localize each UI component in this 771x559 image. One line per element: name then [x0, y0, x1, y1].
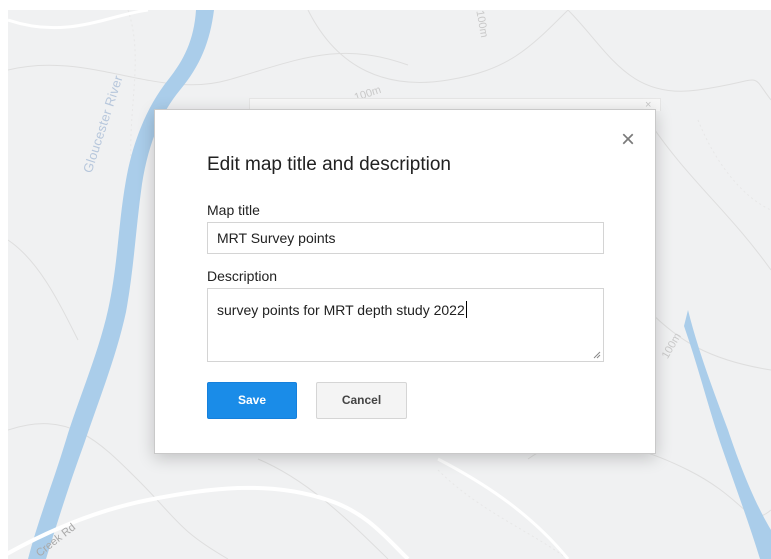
river-branch-shape	[684, 310, 771, 559]
map-title-input[interactable]	[207, 222, 604, 254]
dialog-title: Edit map title and description	[207, 154, 451, 175]
close-icon[interactable]: ×	[617, 128, 639, 152]
road-secondary	[437, 457, 570, 559]
screen: Gloucester River Creek Rd 100m 100m 100m…	[0, 0, 771, 559]
save-button[interactable]: Save	[207, 382, 297, 419]
road-top	[8, 10, 149, 30]
text-caret	[465, 301, 467, 318]
description-label: Description	[207, 268, 278, 284]
edit-map-dialog: × Edit map title and description Map tit…	[154, 109, 656, 454]
cancel-button[interactable]: Cancel	[316, 382, 407, 419]
description-text: survey points for MRT depth study 2022	[217, 301, 467, 318]
resize-grip-icon[interactable]	[593, 351, 601, 359]
map-title-label: Map title	[207, 202, 260, 218]
description-value: survey points for MRT depth study 2022	[217, 302, 465, 318]
description-textarea[interactable]: survey points for MRT depth study 2022	[207, 288, 604, 362]
